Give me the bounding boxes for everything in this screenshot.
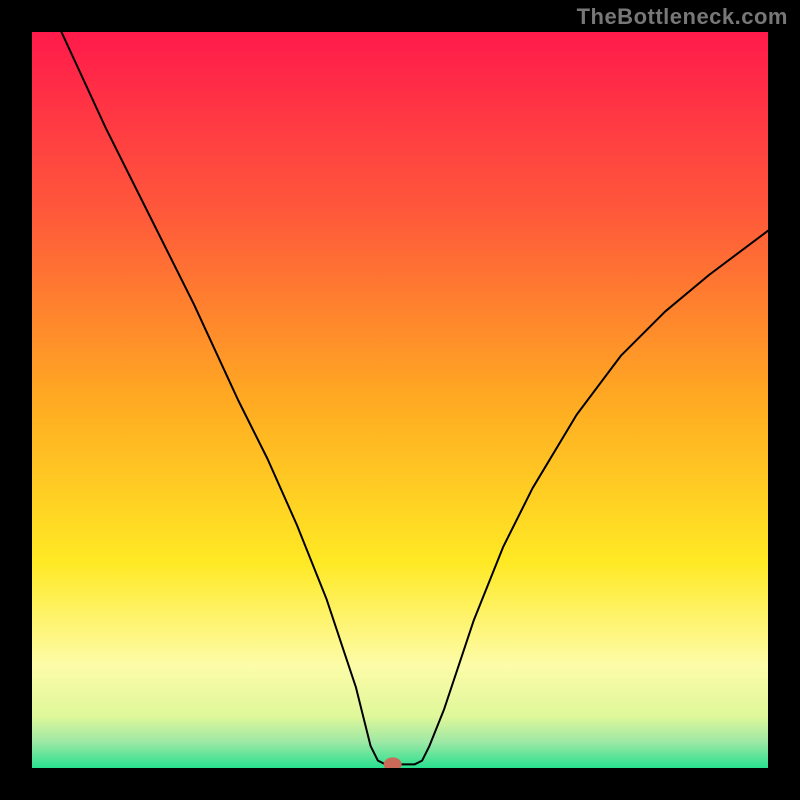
gradient-background [32, 32, 768, 768]
watermark-text: TheBottleneck.com [577, 4, 788, 30]
plot-area [32, 32, 768, 768]
bottleneck-curve-svg [32, 32, 768, 768]
chart-container: TheBottleneck.com [0, 0, 800, 800]
